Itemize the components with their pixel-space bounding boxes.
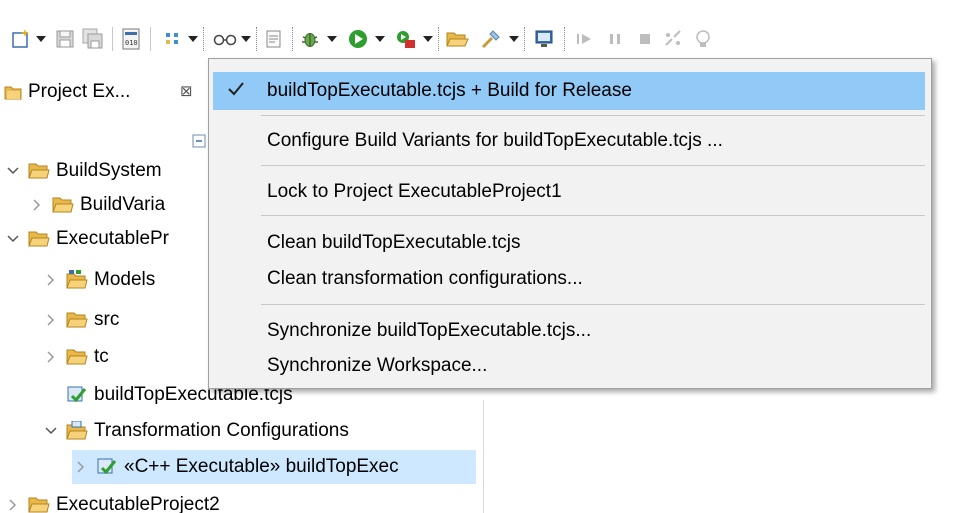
project-explorer-tab[interactable]: Project Ex... ⊠ (0, 78, 210, 108)
binary-icon[interactable]: 010 (118, 24, 146, 54)
new-dropdown-arrow[interactable] (35, 24, 47, 54)
project-folder-icon (28, 495, 50, 513)
external-tools-icon-visible[interactable] (392, 24, 420, 54)
tree-item-label: tc (94, 346, 109, 367)
disconnect-icon-visible[interactable] (660, 24, 686, 54)
tree-item-label: «C++ Executable» buildTopExec (124, 456, 399, 477)
close-icon[interactable]: ⊠ (180, 82, 193, 100)
run-icon-visible[interactable] (344, 24, 372, 54)
menu-item-label: Clean buildTopExecutable.tcjs (267, 232, 521, 253)
check-icon (227, 81, 245, 101)
tree-item-label: src (94, 309, 120, 330)
menu-item-synchronize-workspace[interactable]: Synchronize Workspace... (213, 347, 925, 385)
collapse-all-icon[interactable] (192, 134, 208, 154)
open-folder-icon-visible[interactable] (442, 24, 472, 54)
bug-icon-visible[interactable] (296, 24, 324, 54)
tree-item-label: ExecutablePr (56, 228, 170, 249)
toolbar-separator (256, 27, 257, 51)
template-icon-visible[interactable] (262, 24, 286, 54)
tc-file-icon (66, 385, 88, 405)
toolbar-divider (112, 27, 113, 51)
tree-item-src[interactable]: src (42, 303, 119, 337)
display-icon-visible[interactable] (530, 24, 558, 54)
svg-text:010: 010 (125, 39, 138, 47)
menu-item-label: Clean transformation configurations... (267, 268, 583, 289)
chevron-down-icon[interactable] (42, 422, 60, 440)
models-folder-icon (66, 270, 88, 290)
menu-item-label: Synchronize buildTopExecutable.tcjs... (267, 320, 592, 341)
resume-icon-visible[interactable] (572, 24, 598, 54)
tree-item-label: BuildVaria (80, 194, 166, 215)
chevron-right-icon[interactable] (28, 196, 46, 214)
tree-item-label: Transformation Configurations (94, 420, 349, 441)
chevron-right-icon[interactable] (42, 348, 60, 366)
wrench-icon-visible[interactable] (476, 24, 506, 54)
tree-item-executableproject1[interactable]: ExecutablePr (4, 222, 169, 256)
tree-item-buildsystem[interactable]: BuildSystem (4, 154, 162, 188)
tree-item-label: Models (94, 269, 156, 290)
suspend-icon-visible[interactable] (602, 24, 628, 54)
menu-item-lock-to-project[interactable]: Lock to Project ExecutableProject1 (213, 173, 925, 211)
external-tools-dropdown-arrow[interactable] (422, 24, 434, 54)
lightbulb-icon-visible[interactable] (690, 24, 716, 54)
menu-item-synchronize-build[interactable]: Synchronize buildTopExecutable.tcjs... (213, 312, 925, 350)
tree-item-tc[interactable]: tc (42, 340, 109, 374)
chevron-right-icon[interactable] (72, 458, 90, 476)
project-explorer-title: Project Ex... (28, 81, 131, 102)
chevron-right-icon[interactable] (4, 496, 22, 513)
build-variants-menu: buildTopExecutable.tcjs + Build for Rele… (208, 58, 932, 389)
folder-open-icon (66, 310, 88, 330)
glasses-dropdown-arrow[interactable] (240, 24, 252, 54)
view-divider (483, 400, 484, 513)
menu-item-configure-build-variants[interactable]: Configure Build Variants for buildTopExe… (213, 122, 925, 160)
menu-item-build-for-release[interactable]: buildTopExecutable.tcjs + Build for Rele… (213, 72, 925, 110)
menu-item-label: Synchronize Workspace... (267, 355, 488, 376)
terminate-icon-visible[interactable] (632, 24, 658, 54)
tree-item-transformation-configurations[interactable]: Transformation Configurations (42, 414, 349, 448)
chevron-right-icon[interactable] (42, 311, 60, 329)
project-explorer-icon (4, 83, 24, 107)
tree-item-cpp-executable[interactable]: «C++ Executable» buildTopExec (72, 450, 476, 484)
chevron-right-icon[interactable] (42, 271, 60, 289)
toolbar-separator (438, 27, 439, 51)
save-all-icon[interactable] (80, 24, 106, 54)
toolbar-separator (292, 27, 293, 51)
menu-item-clean-transformation[interactable]: Clean transformation configurations... (213, 260, 925, 298)
folder-open-icon (52, 195, 74, 215)
toolbar-separator (524, 27, 525, 51)
folder-open-icon (66, 347, 88, 367)
menu-item-label: Configure Build Variants for buildTopExe… (267, 130, 723, 151)
transformation-folder-icon (66, 421, 88, 441)
menu-item-clean-build[interactable]: Clean buildTopExecutable.tcjs (213, 224, 925, 262)
tree-item-label: BuildSystem (56, 160, 162, 181)
debug-dropdown-arrow[interactable] (326, 24, 338, 54)
wrench-dropdown-arrow[interactable] (508, 24, 520, 54)
menu-item-label: Lock to Project ExecutableProject1 (267, 181, 562, 202)
tc-file-icon (96, 457, 118, 477)
tree-item-label: ExecutableProject2 (56, 494, 220, 513)
build-variants-icon[interactable] (160, 24, 186, 54)
menu-separator (261, 165, 925, 166)
menu-separator (261, 215, 925, 216)
chevron-down-icon[interactable] (4, 230, 22, 248)
project-folder-icon (28, 229, 50, 249)
tree-item-executableproject2[interactable]: ExecutableProject2 (4, 488, 220, 513)
build-variants-dropdown-arrow[interactable] (187, 24, 199, 54)
toolbar-divider (150, 27, 151, 51)
menu-separator (261, 304, 925, 305)
menu-item-label: buildTopExecutable.tcjs + Build for Rele… (267, 80, 632, 101)
tree-item-buildvariants[interactable]: BuildVaria (28, 188, 165, 222)
toolbar-separator (564, 27, 565, 51)
save-icon[interactable] (52, 24, 78, 54)
menu-separator (261, 115, 925, 116)
run-dropdown-arrow[interactable] (374, 24, 386, 54)
glasses-icon-visible[interactable] (212, 24, 238, 54)
chevron-down-icon[interactable] (4, 162, 22, 180)
tree-item-models[interactable]: Models (42, 263, 155, 297)
toolbar-separator (203, 27, 204, 51)
new-icon[interactable] (8, 24, 34, 54)
folder-open-icon (28, 161, 50, 181)
